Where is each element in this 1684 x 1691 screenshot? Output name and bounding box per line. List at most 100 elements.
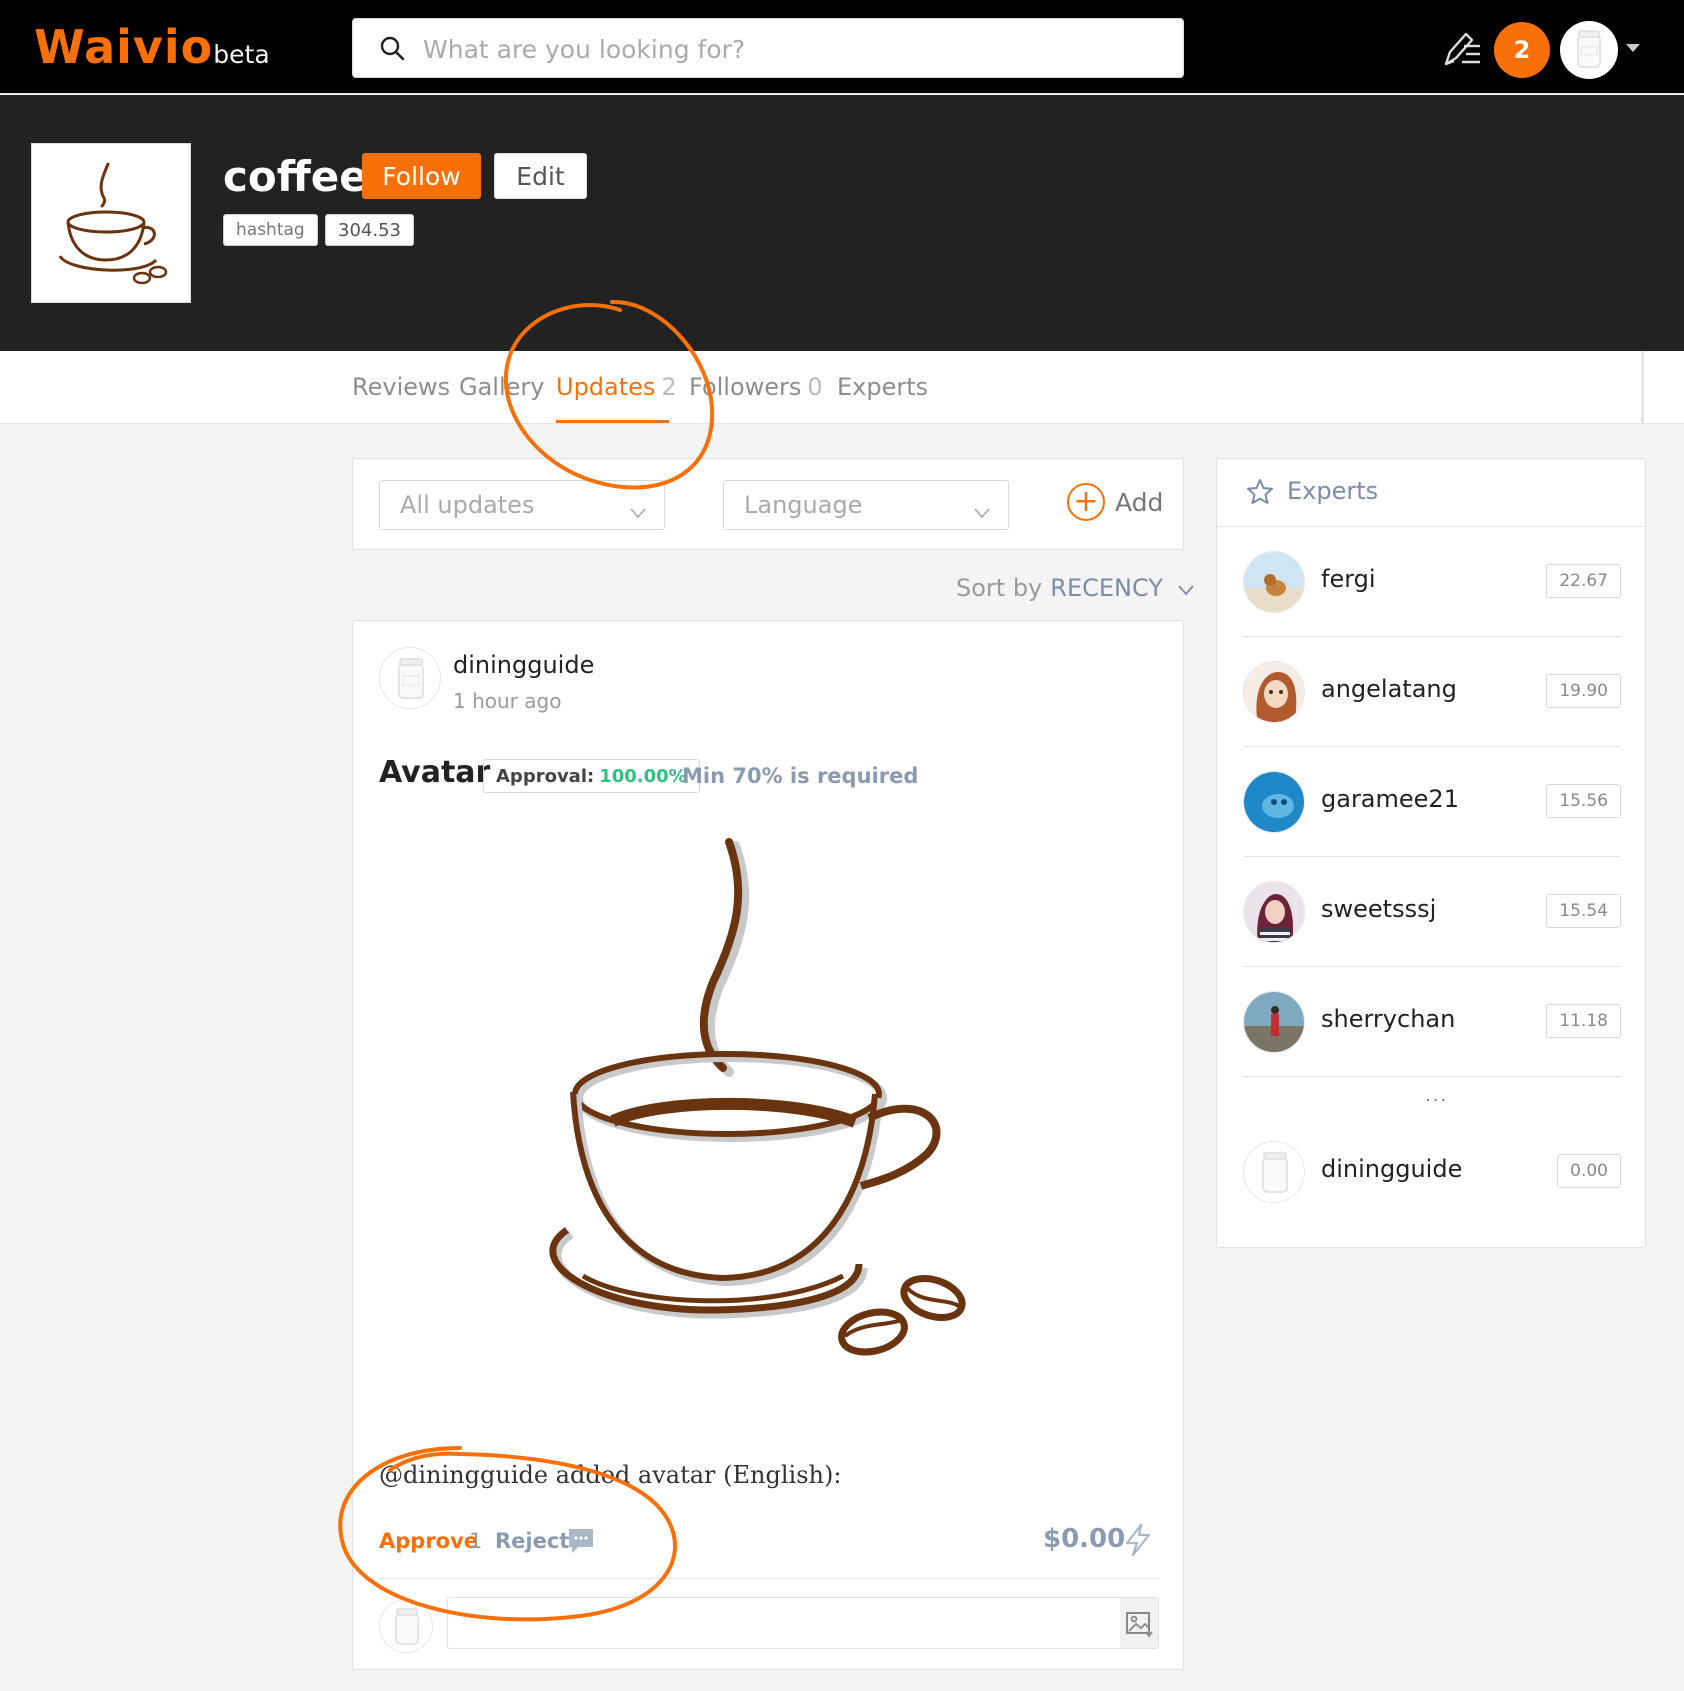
expert-avatar[interactable]: [1243, 1141, 1305, 1203]
expert-avatar[interactable]: [1243, 881, 1305, 943]
salt-jar-avatar-icon: [1244, 1142, 1304, 1202]
user-avatar[interactable]: [1560, 21, 1618, 79]
updates-filter-card: All updates Language + Add: [352, 458, 1184, 550]
edit-button[interactable]: Edit: [494, 153, 587, 199]
tab-reviews-label: Reviews: [352, 373, 451, 401]
updates-type-placeholder: All updates: [400, 491, 535, 519]
approval-badge: Approval: 100.00%: [483, 759, 700, 793]
expert-row[interactable]: fergi 22.67: [1243, 527, 1621, 637]
expert-row-self[interactable]: diningguide 0.00: [1243, 1117, 1621, 1227]
salt-jar-avatar-icon: [398, 658, 424, 699]
object-avatar[interactable]: [31, 143, 191, 303]
experts-more-ellipsis: ...: [1425, 1085, 1449, 1106]
expert-score: 11.18: [1546, 1004, 1621, 1038]
tab-gallery[interactable]: Gallery: [459, 373, 544, 401]
comment-box[interactable]: [447, 1597, 1159, 1649]
logo-beta-text: beta: [213, 40, 270, 69]
object-weight-badge: 304.53: [325, 214, 414, 246]
language-placeholder: Language: [744, 491, 863, 519]
tab-followers[interactable]: Followers 0: [689, 373, 823, 401]
expert-score: 15.56: [1546, 784, 1621, 818]
search-bar[interactable]: [352, 18, 1184, 78]
chevron-down-icon: [974, 498, 990, 526]
star-icon: [1246, 478, 1274, 510]
expert-row[interactable]: garamee21 15.56: [1243, 747, 1621, 857]
tab-updates[interactable]: Updates 2: [556, 373, 677, 401]
expert-score: 15.54: [1546, 894, 1621, 928]
expert-avatar[interactable]: [1243, 551, 1305, 613]
expert-name[interactable]: sherrychan: [1321, 1005, 1455, 1033]
add-update-button[interactable]: + Add: [1067, 483, 1163, 521]
tab-experts[interactable]: Experts: [837, 373, 928, 401]
expert-avatar[interactable]: [1243, 771, 1305, 833]
logo-main-text: Waivio: [34, 20, 214, 74]
notifications-badge[interactable]: 2: [1494, 22, 1550, 78]
payout-amount[interactable]: $0.00: [1043, 1524, 1125, 1554]
salt-jar-avatar-icon: [395, 1608, 419, 1645]
author-avatar[interactable]: [379, 647, 441, 709]
chevron-down-icon: [1177, 575, 1195, 603]
tab-reviews[interactable]: Reviews: [352, 373, 450, 401]
coffee-cup-icon: [58, 162, 168, 285]
approve-button[interactable]: Approve: [379, 1529, 478, 1553]
current-user-avatar: [379, 1599, 433, 1653]
user-menu-caret-icon[interactable]: [1626, 44, 1640, 52]
expert-avatar[interactable]: [1243, 991, 1305, 1053]
follow-button[interactable]: Follow: [362, 153, 481, 199]
expert-row[interactable]: angelatang 19.90: [1243, 637, 1621, 747]
top-navigation-bar: Waiviobeta 2: [0, 0, 1684, 93]
expert-avatar[interactable]: [1243, 661, 1305, 723]
waivio-logo[interactable]: Waiviobeta: [34, 20, 270, 74]
reject-button[interactable]: Reject: [495, 1529, 569, 1553]
plus-circle-icon: +: [1067, 483, 1105, 521]
post-timestamp: 1 hour ago: [453, 689, 562, 713]
update-field-title: Avatar: [379, 755, 491, 790]
updates-type-select[interactable]: All updates: [379, 480, 665, 530]
experts-widget: Experts fergi 22.67 angelatang 19.90 gar…: [1216, 458, 1646, 1248]
search-input[interactable]: [423, 29, 1163, 69]
write-post-icon[interactable]: [1442, 28, 1482, 72]
sort-control[interactable]: Sort by RECENCY: [956, 574, 1195, 603]
sort-label: Sort by: [956, 574, 1043, 602]
approval-value: 100.00%: [599, 765, 687, 787]
experts-header: Experts: [1217, 459, 1645, 527]
expert-name[interactable]: sweetsssj: [1321, 895, 1436, 923]
expert-name[interactable]: garamee21: [1321, 785, 1459, 813]
expert-name[interactable]: angelatang: [1321, 675, 1457, 703]
language-select[interactable]: Language: [723, 480, 1009, 530]
scrollbar-track[interactable]: [1641, 351, 1644, 423]
tab-followers-label: Followers: [689, 373, 802, 401]
expert-row[interactable]: sherrychan 11.18: [1243, 967, 1621, 1077]
expert-name[interactable]: diningguide: [1321, 1155, 1462, 1183]
approve-count[interactable]: 1: [469, 1529, 482, 1553]
comment-icon[interactable]: [566, 1526, 596, 1560]
min-required-note: Min 70% is required: [682, 764, 919, 788]
tab-followers-count: 0: [807, 373, 823, 401]
comment-input[interactable]: [458, 1606, 1058, 1640]
expert-row[interactable]: sweetsssj 15.54: [1243, 857, 1621, 967]
salt-jar-avatar-icon: [1577, 30, 1601, 68]
chevron-down-icon: [630, 498, 646, 526]
card-divider: [379, 1578, 1159, 1579]
active-tab-indicator: [556, 420, 669, 423]
update-card: diningguide 1 hour ago Avatar Approval: 1…: [352, 620, 1184, 1670]
add-update-label: Add: [1115, 487, 1164, 517]
update-description: @diningguide added avatar (English):: [379, 1461, 842, 1489]
search-icon: [379, 35, 405, 65]
coffee-cup-icon: [549, 838, 966, 1356]
experts-title: Experts: [1287, 477, 1379, 505]
expert-name[interactable]: fergi: [1321, 565, 1376, 593]
author-name[interactable]: diningguide: [453, 651, 594, 679]
image-upload-icon[interactable]: [1120, 1598, 1158, 1648]
tab-updates-label: Updates: [556, 373, 656, 401]
flash-icon[interactable]: [1123, 1523, 1153, 1561]
tab-gallery-label: Gallery: [459, 373, 545, 401]
expert-score: 22.67: [1546, 564, 1621, 598]
object-type-tag[interactable]: hashtag: [223, 214, 318, 246]
object-tab-bar: Reviews Gallery Updates 2 Followers 0 Expe…: [0, 351, 1684, 424]
sort-value: RECENCY: [1050, 574, 1163, 602]
approval-label: Approval:: [496, 765, 595, 787]
tab-experts-label: Experts: [837, 373, 929, 401]
object-hero: coffee Follow Edit hashtag 304.53: [0, 95, 1684, 351]
expert-score: 0.00: [1557, 1154, 1621, 1188]
